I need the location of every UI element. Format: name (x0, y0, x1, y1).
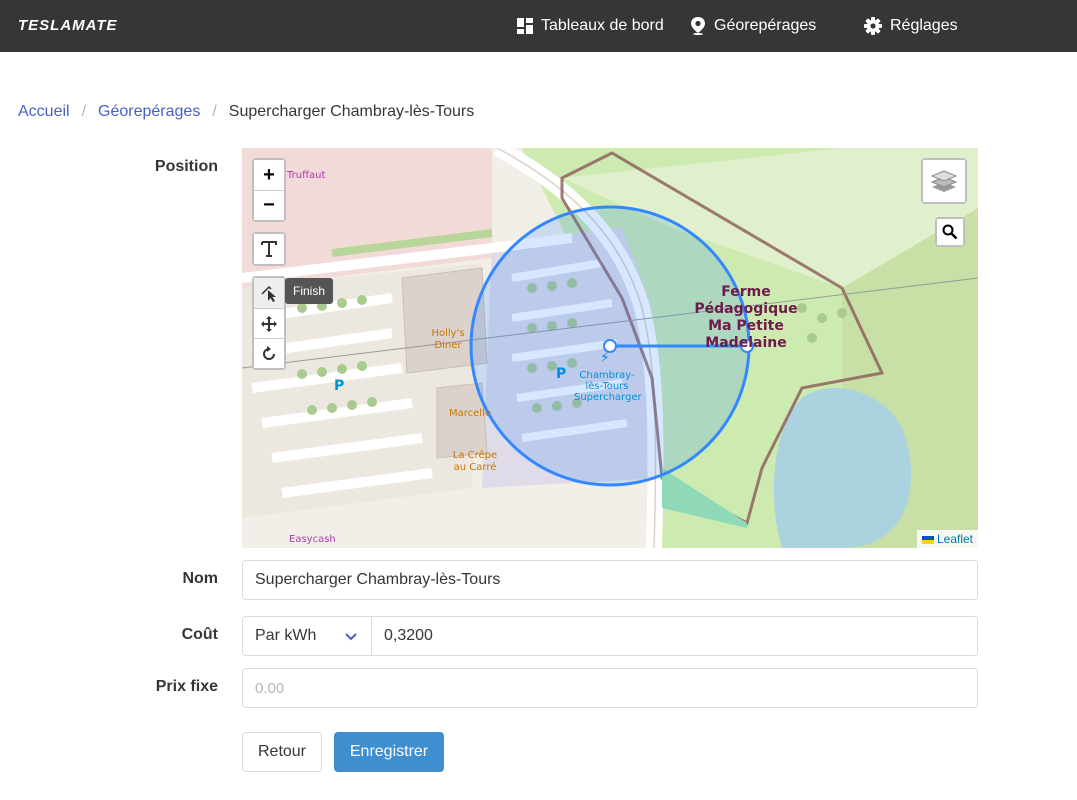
nav-geofences-label: Géorepérages (714, 17, 817, 34)
breadcrumb-geofences[interactable]: Géorepérages (98, 103, 200, 121)
fixed-price-label: Prix fixe (155, 678, 218, 695)
text-icon (261, 241, 277, 257)
name-label: Nom (182, 570, 218, 587)
breadcrumb-separator: / (81, 103, 87, 120)
zoom-control: + − (252, 158, 286, 222)
rotate-icon (263, 345, 275, 360)
nav-geofences[interactable]: Géorepérages (690, 0, 816, 52)
finish-tooltip[interactable]: Finish (285, 278, 334, 304)
parking-icon: P (556, 366, 567, 382)
search-control[interactable] (935, 217, 965, 247)
nav-dashboards[interactable]: Tableaux de bord (517, 0, 664, 52)
rotate-button[interactable] (254, 338, 284, 368)
text-tool-control (252, 232, 286, 266)
zoom-in-button[interactable]: + (254, 160, 284, 190)
breadcrumb-separator: / (212, 103, 217, 120)
cursor-edit-icon (261, 285, 276, 302)
poi-label-truffaut: Truffaut (287, 170, 326, 181)
fixed-price-input[interactable]: 0.00 (242, 668, 978, 708)
map-tiles (242, 148, 978, 548)
search-icon (942, 224, 958, 240)
poi-label-supercharger: Chambray-lès-Tours Supercharger (574, 370, 642, 403)
back-button[interactable]: Retour (242, 732, 322, 772)
text-tool-button[interactable] (254, 234, 284, 264)
layers-control[interactable] (921, 158, 967, 204)
map-attribution[interactable]: Leaflet (916, 530, 978, 548)
poi-label-crepe: La Crêpe au Carré (452, 450, 498, 473)
chevron-down-icon (345, 633, 357, 641)
nav-settings[interactable]: Réglages (864, 0, 958, 52)
name-input[interactable]: Supercharger Chambray-lès-Tours (242, 560, 978, 600)
cost-mode-select[interactable]: Par kWh (242, 616, 372, 656)
charging-station-icon: ⚡ (600, 350, 610, 366)
dashboard-icon (517, 18, 533, 34)
poi-label-hollys: Holly's Diner (431, 328, 465, 351)
map-view[interactable]: Truffaut Holly's Diner Marcello La Crêpe… (242, 148, 978, 548)
gear-icon (864, 17, 882, 35)
ukraine-flag-icon (921, 535, 934, 544)
drag-button[interactable] (254, 308, 284, 338)
poi-label-marcello: Marcello (449, 408, 491, 419)
edit-marker-button[interactable] (254, 278, 284, 308)
nav-settings-label: Réglages (890, 17, 958, 34)
brand-logo[interactable]: TESLAMATE (18, 0, 118, 52)
nav-dashboards-label: Tableaux de bord (541, 17, 664, 34)
save-button[interactable]: Enregistrer (334, 732, 444, 772)
poi-label-easycash: Easycash (289, 534, 336, 545)
layers-button[interactable] (923, 160, 965, 202)
breadcrumb: Accueil / Géorepérages / Supercharger Ch… (18, 103, 474, 121)
navbar: TESLAMATE Tableaux de bord Géorepérages (0, 0, 1077, 52)
cost-value-input[interactable]: 0,3200 (371, 616, 978, 656)
position-label: Position (154, 158, 218, 175)
move-icon (261, 315, 277, 332)
cost-label: Coût (181, 626, 218, 643)
leaflet-link[interactable]: Leaflet (937, 532, 973, 546)
parking-icon: P (334, 378, 345, 394)
map-marker-icon (691, 17, 705, 35)
search-button[interactable] (937, 219, 963, 245)
layers-icon (930, 170, 958, 192)
edit-toolbar (252, 276, 286, 370)
poi-label-ferme: Ferme Pédagogique Ma Petite Madelaine (694, 284, 798, 351)
breadcrumb-home[interactable]: Accueil (18, 103, 70, 121)
breadcrumb-current: Supercharger Chambray-lès-Tours (228, 103, 475, 120)
zoom-out-button[interactable]: − (254, 190, 284, 220)
cost-mode-value: Par kWh (255, 627, 317, 644)
